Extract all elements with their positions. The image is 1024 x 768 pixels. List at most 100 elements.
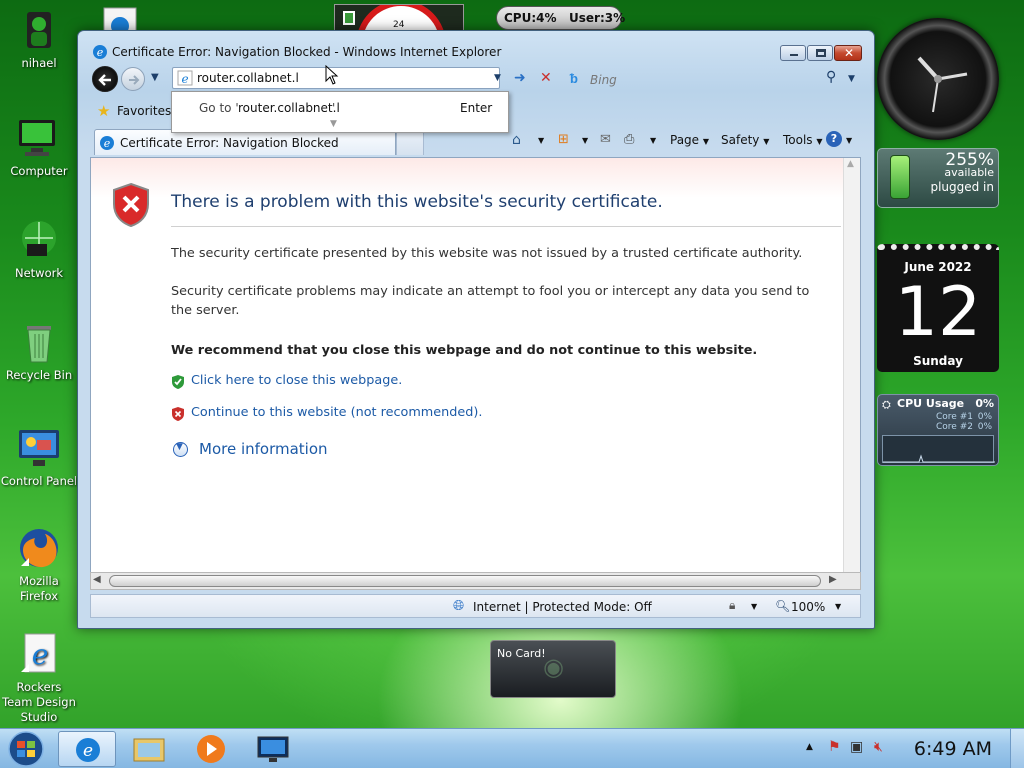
- calendar-day: 12: [894, 273, 982, 352]
- taskbar-explorer-button[interactable]: [120, 731, 178, 767]
- tab-label: Certificate Error: Navigation Blocked: [120, 136, 339, 150]
- cpu-graph: [882, 435, 995, 463]
- goto-suffix: ': [332, 101, 336, 115]
- taskbar-clock[interactable]: 6:49 AM: [914, 738, 992, 760]
- cpu-title: CPU Usage: [897, 397, 965, 410]
- minimize-button[interactable]: [780, 45, 806, 61]
- print-dropdown-icon[interactable]: ▼: [650, 136, 656, 145]
- control-panel-icon: [17, 426, 61, 470]
- calendar-gadget[interactable]: June 2022 12 Sunday: [877, 244, 999, 372]
- ie-title-icon: e: [92, 44, 108, 63]
- show-desktop-button[interactable]: [1010, 729, 1024, 768]
- desktop-icon-rockers-team[interactable]: e Rockers Team Design Studio: [0, 632, 78, 725]
- desktop-icon-user-folder[interactable]: nihael: [0, 8, 78, 71]
- scroll-right-icon[interactable]: ▶: [829, 574, 837, 585]
- horizontal-scroll-thumb[interactable]: [109, 575, 821, 587]
- protected-mode-icon[interactable]: 🔒︎: [729, 598, 735, 613]
- clock-gadget-partial[interactable]: 24: [334, 4, 464, 31]
- desktop-icon-control-panel[interactable]: Control Panel: [0, 426, 78, 489]
- search-icon[interactable]: ⚲: [826, 69, 836, 85]
- scroll-left-icon[interactable]: ◀: [93, 574, 101, 585]
- zoom-icon[interactable]: 🔍︎: [775, 599, 790, 613]
- recent-pages-dropdown-icon[interactable]: ▼: [151, 72, 159, 83]
- no-card-gadget[interactable]: No Card! ◉: [490, 640, 616, 698]
- feeds-icon[interactable]: ⊞: [558, 132, 569, 147]
- scroll-up-icon[interactable]: ▲: [847, 159, 854, 169]
- svg-text:e: e: [97, 46, 104, 59]
- search-options-dropdown-icon[interactable]: ▼: [848, 74, 855, 84]
- safety-menu[interactable]: Safety ▼: [721, 133, 769, 147]
- user-stat: User:3%: [569, 11, 626, 25]
- zoom-dropdown-icon[interactable]: ▼: [835, 602, 841, 611]
- desktop-icon-computer[interactable]: Computer: [0, 116, 78, 179]
- desktop-icon-recycle-bin[interactable]: Recycle Bin: [0, 320, 78, 383]
- tools-menu[interactable]: Tools ▼: [783, 133, 823, 147]
- help-icon[interactable]: ?: [826, 131, 842, 147]
- search-box[interactable]: ᵬ Bing: [566, 69, 836, 91]
- home-dropdown-icon[interactable]: ▼: [538, 136, 544, 145]
- computer-icon: [17, 116, 61, 160]
- continue-website-link[interactable]: Continue to this website (not recommende…: [191, 405, 482, 420]
- goto-url: router.collabnet.l: [238, 101, 340, 115]
- close-button[interactable]: ✕: [834, 45, 862, 61]
- start-button[interactable]: [2, 729, 50, 768]
- print-icon[interactable]: ⎙: [624, 132, 634, 147]
- taskbar-display-button[interactable]: [244, 731, 302, 767]
- address-autocomplete-dropdown[interactable]: Go to ' router.collabnet.l ' Enter ▼: [171, 91, 509, 133]
- horizontal-scrollbar[interactable]: ◀ ▶: [90, 572, 861, 590]
- stop-icon[interactable]: ✕: [540, 70, 552, 86]
- tray-action-center-icon[interactable]: ⚑: [828, 739, 841, 755]
- no-card-text: No Card!: [497, 647, 546, 660]
- go-arrow-icon[interactable]: ➜: [514, 70, 526, 86]
- forward-button[interactable]: [121, 67, 145, 91]
- bing-logo-icon: ᵬ: [570, 72, 578, 87]
- show-hidden-icons[interactable]: ▲: [806, 742, 813, 752]
- battery-icon: [890, 155, 910, 199]
- protected-mode-dropdown-icon[interactable]: ▼: [751, 602, 757, 611]
- mail-icon[interactable]: ✉: [600, 132, 611, 147]
- back-button[interactable]: [92, 66, 118, 92]
- error-heading: There is a problem with this website's s…: [171, 192, 663, 212]
- feeds-dropdown-icon[interactable]: ▼: [582, 136, 588, 145]
- calendar-weekday: Sunday: [913, 354, 963, 368]
- back-arrow-icon: [98, 74, 111, 86]
- desktop-icon-label: nihael: [21, 56, 57, 70]
- recommend-text: We recommend that you close this webpage…: [171, 343, 758, 358]
- cert-not-trusted-text: The security certificate presented by th…: [171, 246, 803, 261]
- network-icon: [17, 218, 61, 262]
- desktop-icon-label: Network: [14, 266, 64, 280]
- desktop-icon-label: Control Panel: [0, 474, 78, 488]
- maximize-button[interactable]: [807, 45, 833, 61]
- expand-circle-icon[interactable]: ▼: [173, 442, 188, 457]
- dropdown-expand-icon[interactable]: ▼: [330, 119, 337, 129]
- taskbar-ie-icon: e: [76, 738, 100, 762]
- tray-volume-icon[interactable]: 🔇︎: [874, 739, 883, 755]
- analog-clock-gadget[interactable]: [877, 18, 999, 140]
- taskbar-ie-button[interactable]: e: [58, 731, 116, 767]
- core2-value: 0%: [977, 422, 992, 432]
- favorites-button[interactable]: Favorites: [117, 104, 171, 118]
- tools-menu-label: Tools: [783, 133, 813, 147]
- page-dropdown-icon: ▼: [702, 137, 710, 146]
- title-bar[interactable]: e Certificate Error: Navigation Blocked …: [78, 31, 874, 65]
- page-menu-label: Page: [670, 133, 700, 147]
- tab-page-icon: e: [99, 135, 115, 154]
- core1-label: Core #1: [936, 412, 973, 422]
- desktop-icon-firefox[interactable]: Mozilla Firefox: [0, 526, 78, 604]
- vertical-scrollbar[interactable]: ▲ ▼: [843, 158, 860, 588]
- cpu-usage-gadget[interactable]: ⛭ CPU Usage 0% Core #1 0% Core #2 0%: [877, 394, 999, 466]
- address-dropdown-icon[interactable]: ▼: [494, 73, 501, 83]
- close-webpage-link[interactable]: Click here to close this webpage.: [191, 373, 402, 388]
- page-menu[interactable]: Page ▼: [670, 133, 709, 147]
- desktop-icon-label: Computer: [10, 164, 68, 178]
- address-input[interactable]: router.collabnet.l: [197, 71, 299, 85]
- tray-network-icon[interactable]: ▣: [850, 739, 863, 755]
- battery-gadget[interactable]: 255% available plugged in: [877, 148, 999, 208]
- desktop-icon-network[interactable]: Network: [0, 218, 78, 281]
- search-placeholder: Bing: [590, 73, 617, 87]
- more-information-link[interactable]: More information: [199, 440, 328, 458]
- help-dropdown-icon[interactable]: ▼: [846, 136, 852, 145]
- zoom-level[interactable]: 100%: [791, 600, 825, 614]
- taskbar-media-player-button[interactable]: [182, 731, 240, 767]
- home-icon[interactable]: ⌂: [512, 132, 521, 148]
